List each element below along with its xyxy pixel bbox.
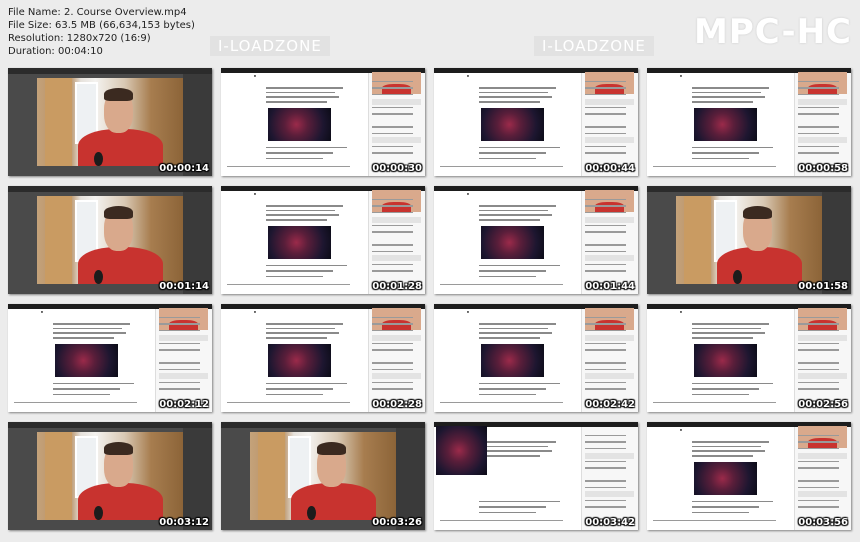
video-thumbnail: • 00:00:30 bbox=[221, 68, 425, 176]
video-thumbnail: • 00:03:56 bbox=[647, 422, 851, 530]
thumbnail-grid: 00:00:14 • 00:00:30 • 00:00:44 • 00:00:58 00:01… bbox=[8, 68, 854, 538]
video-thumbnail: • 00:02:12 bbox=[8, 304, 212, 412]
resolution: Resolution: 1280x720 (16:9) bbox=[8, 33, 151, 44]
file-info: File Name: 2. Course Overview.mp4 File S… bbox=[8, 6, 195, 58]
video-thumbnail: • 00:01:44 bbox=[434, 186, 638, 294]
watermark: I-LOADZONE bbox=[534, 36, 654, 56]
thumbnail-timestamp: 00:02:56 bbox=[798, 399, 848, 410]
video-thumbnail: • 00:00:44 bbox=[434, 68, 638, 176]
thumbnail-timestamp: 00:01:14 bbox=[159, 281, 209, 292]
video-thumbnail: 00:03:26 bbox=[221, 422, 425, 530]
video-thumbnail: • 00:02:42 bbox=[434, 304, 638, 412]
thumbnail-timestamp: 00:01:28 bbox=[372, 281, 422, 292]
video-thumbnail: •00:03:42 bbox=[434, 422, 638, 530]
thumbnail-timestamp: 00:03:42 bbox=[585, 517, 635, 528]
file-size: File Size: 63.5 MB (66,634,153 bytes) bbox=[8, 20, 195, 31]
thumbnail-timestamp: 00:00:44 bbox=[585, 163, 635, 174]
video-thumbnail: • 00:02:28 bbox=[221, 304, 425, 412]
thumbnail-timestamp: 00:03:26 bbox=[372, 517, 422, 528]
thumbnail-timestamp: 00:00:30 bbox=[372, 163, 422, 174]
thumbnail-timestamp: 00:00:14 bbox=[159, 163, 209, 174]
thumbnail-timestamp: 00:00:58 bbox=[798, 163, 848, 174]
video-thumbnail: • 00:00:58 bbox=[647, 68, 851, 176]
video-thumbnail: 00:00:14 bbox=[8, 68, 212, 176]
duration: Duration: 00:04:10 bbox=[8, 46, 103, 57]
file-name: File Name: 2. Course Overview.mp4 bbox=[8, 7, 187, 18]
thumbnail-timestamp: 00:03:56 bbox=[798, 517, 848, 528]
thumbnail-timestamp: 00:03:12 bbox=[159, 517, 209, 528]
watermark: I-LOADZONE bbox=[210, 36, 330, 56]
video-thumbnail: • 00:01:28 bbox=[221, 186, 425, 294]
thumbnail-timestamp: 00:01:58 bbox=[798, 281, 848, 292]
thumbnail-timestamp: 00:02:42 bbox=[585, 399, 635, 410]
thumbnail-timestamp: 00:01:44 bbox=[585, 281, 635, 292]
video-thumbnail: 00:01:58 bbox=[647, 186, 851, 294]
video-thumbnail: 00:01:14 bbox=[8, 186, 212, 294]
video-thumbnail: 00:03:12 bbox=[8, 422, 212, 530]
thumbnail-timestamp: 00:02:28 bbox=[372, 399, 422, 410]
mpc-hc-logo: MPC-HC bbox=[693, 12, 852, 52]
video-thumbnail: • 00:02:56 bbox=[647, 304, 851, 412]
thumbnail-timestamp: 00:02:12 bbox=[159, 399, 209, 410]
